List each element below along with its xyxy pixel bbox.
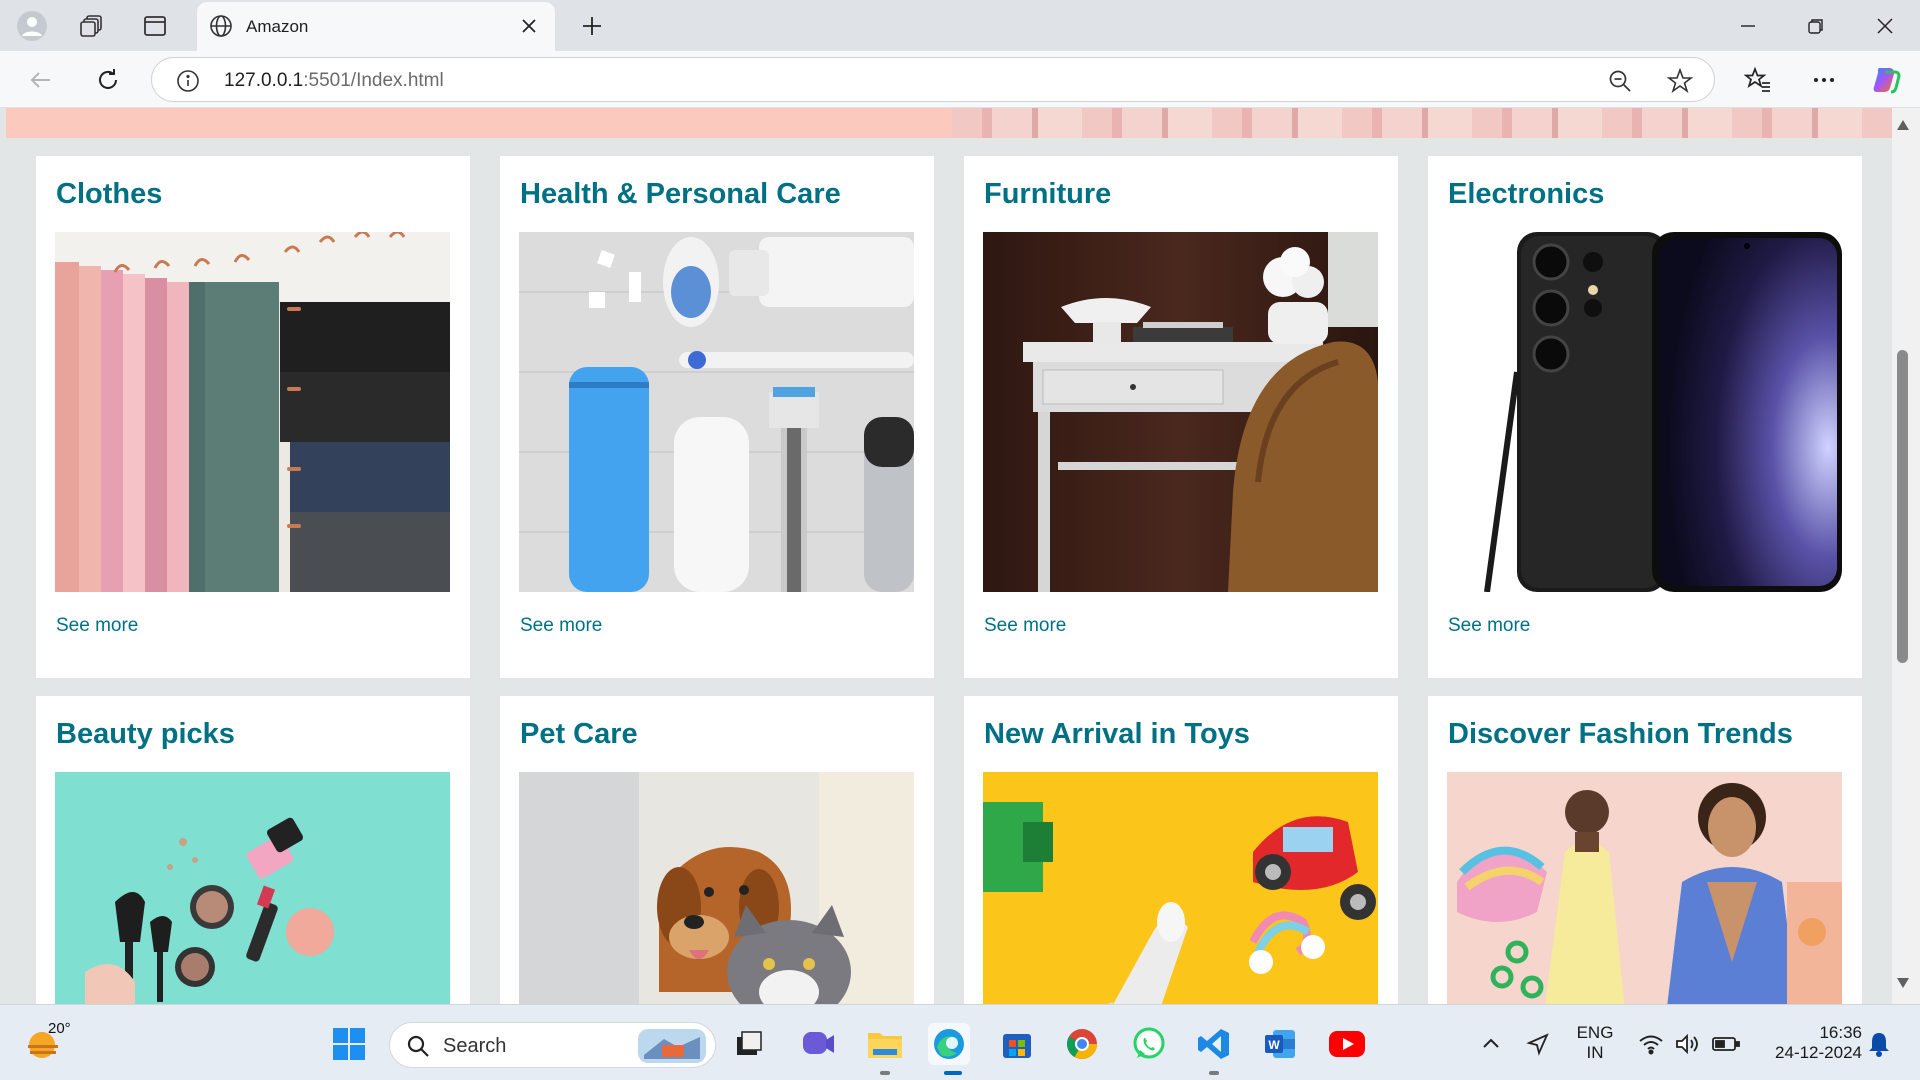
card-title[interactable]: Furniture <box>984 178 1111 211</box>
see-more-link[interactable]: See more <box>520 615 602 637</box>
chrome-icon[interactable] <box>1061 1023 1103 1065</box>
favorite-star-icon[interactable] <box>1666 67 1694 99</box>
see-more-link[interactable]: See more <box>1448 615 1530 637</box>
scroll-up-arrow-icon[interactable] <box>1896 118 1910 136</box>
globe-icon <box>209 14 233 43</box>
vscode-icon[interactable] <box>1193 1023 1235 1065</box>
see-more-link[interactable]: See more <box>984 615 1066 637</box>
start-windows-icon[interactable] <box>328 1023 370 1065</box>
card-title[interactable]: New Arrival in Toys <box>984 718 1250 751</box>
category-card-fashion: Discover Fashion Trends <box>1428 696 1862 1004</box>
category-card-pet-care: Pet Care <box>500 696 934 1004</box>
close-tab-icon[interactable] <box>517 14 541 38</box>
active-app-indicator <box>944 1071 962 1075</box>
clock[interactable]: 16:36 24-12-2024 <box>1756 1023 1862 1063</box>
running-indicator <box>1209 1071 1219 1075</box>
whatsapp-icon[interactable] <box>1128 1023 1170 1065</box>
refresh-button[interactable] <box>88 60 128 100</box>
close-window-button[interactable] <box>1855 4 1915 48</box>
file-explorer-icon[interactable] <box>864 1023 906 1065</box>
workspaces-icon[interactable] <box>74 8 110 44</box>
hero-banner[interactable] <box>6 108 1892 138</box>
clock-date: 24-12-2024 <box>1775 1043 1862 1062</box>
show-hidden-icons-chevron-icon[interactable] <box>1470 1023 1512 1065</box>
new-tab-button[interactable] <box>574 8 610 44</box>
search-highlight-icon <box>638 1029 706 1068</box>
see-more-link[interactable]: See more <box>56 615 138 637</box>
windows-taskbar: 20° Search W ENG IN 16:36 24-12-2024 <box>0 1004 1920 1080</box>
location-arrow-icon[interactable] <box>1517 1023 1559 1065</box>
card-title[interactable]: Beauty picks <box>56 718 235 751</box>
scrollbar-thumb[interactable] <box>1897 350 1908 663</box>
browser-tab-bar: Amazon <box>0 0 1920 51</box>
active-tab[interactable]: Amazon <box>197 2 555 51</box>
address-toolbar: 127.0.0.1:5501/Index.html <box>0 51 1920 108</box>
edge-browser-icon[interactable] <box>928 1023 970 1065</box>
category-card-beauty: Beauty picks <box>36 696 470 1004</box>
weather-temperature: 20° <box>48 1020 71 1037</box>
toys-image[interactable] <box>983 772 1378 1004</box>
profile-icon[interactable] <box>14 8 50 44</box>
clothes-image[interactable] <box>55 232 450 592</box>
word-icon[interactable]: W <box>1259 1023 1301 1065</box>
card-title[interactable]: Pet Care <box>520 718 638 751</box>
battery-icon[interactable] <box>1705 1023 1747 1065</box>
url-text[interactable]: 127.0.0.1:5501/Index.html <box>224 70 444 92</box>
volume-icon[interactable] <box>1667 1023 1709 1065</box>
minimize-button[interactable] <box>1718 4 1778 48</box>
tab-title: Amazon <box>246 17 309 36</box>
taskbar-search[interactable]: Search <box>389 1022 716 1068</box>
fashion-trends-image[interactable] <box>1447 772 1842 1004</box>
category-card-toys: New Arrival in Toys <box>964 696 1398 1004</box>
wifi-icon[interactable] <box>1630 1023 1672 1065</box>
category-card-electronics: Electronics See more <box>1428 156 1862 678</box>
weather-widget[interactable]: 20° <box>24 1020 71 1065</box>
site-info-icon[interactable] <box>176 69 200 98</box>
web-page: Clothes See more Health & Personal Care … <box>0 108 1920 1004</box>
task-view-icon[interactable] <box>728 1023 770 1065</box>
health-care-image[interactable] <box>519 232 914 592</box>
pet-care-image[interactable] <box>519 772 914 1004</box>
language-indicator[interactable]: ENG IN <box>1570 1023 1620 1063</box>
vertical-tabs-icon[interactable] <box>137 8 173 44</box>
category-card-clothes: Clothes See more <box>36 156 470 678</box>
restore-button[interactable] <box>1786 4 1846 48</box>
card-title[interactable]: Discover Fashion Trends <box>1448 718 1793 751</box>
svg-text:W: W <box>1268 1038 1280 1052</box>
category-card-health: Health & Personal Care See more <box>500 156 934 678</box>
youtube-icon[interactable] <box>1326 1023 1368 1065</box>
zoom-out-icon[interactable] <box>1607 68 1633 99</box>
meet-app-icon[interactable] <box>797 1023 839 1065</box>
category-card-furniture: Furniture See more <box>964 156 1398 678</box>
copilot-icon[interactable] <box>1867 60 1907 100</box>
beauty-image[interactable] <box>55 772 450 1004</box>
search-icon <box>406 1034 430 1063</box>
more-options-icon[interactable] <box>1804 60 1844 100</box>
running-indicator <box>880 1071 890 1075</box>
furniture-image[interactable] <box>983 232 1378 592</box>
microsoft-store-icon[interactable] <box>996 1023 1038 1065</box>
card-title[interactable]: Health & Personal Care <box>520 178 841 211</box>
electronics-image[interactable] <box>1447 232 1842 592</box>
back-button[interactable] <box>21 60 61 100</box>
card-title[interactable]: Electronics <box>1448 178 1604 211</box>
card-title[interactable]: Clothes <box>56 178 162 211</box>
search-label: Search <box>443 1035 507 1057</box>
scroll-down-arrow-icon[interactable] <box>1896 976 1910 994</box>
address-bar[interactable]: 127.0.0.1:5501/Index.html <box>151 57 1715 102</box>
favorites-icon[interactable] <box>1738 60 1778 100</box>
notification-bell-icon[interactable] <box>1858 1023 1900 1065</box>
clock-time: 16:36 <box>1819 1023 1862 1042</box>
